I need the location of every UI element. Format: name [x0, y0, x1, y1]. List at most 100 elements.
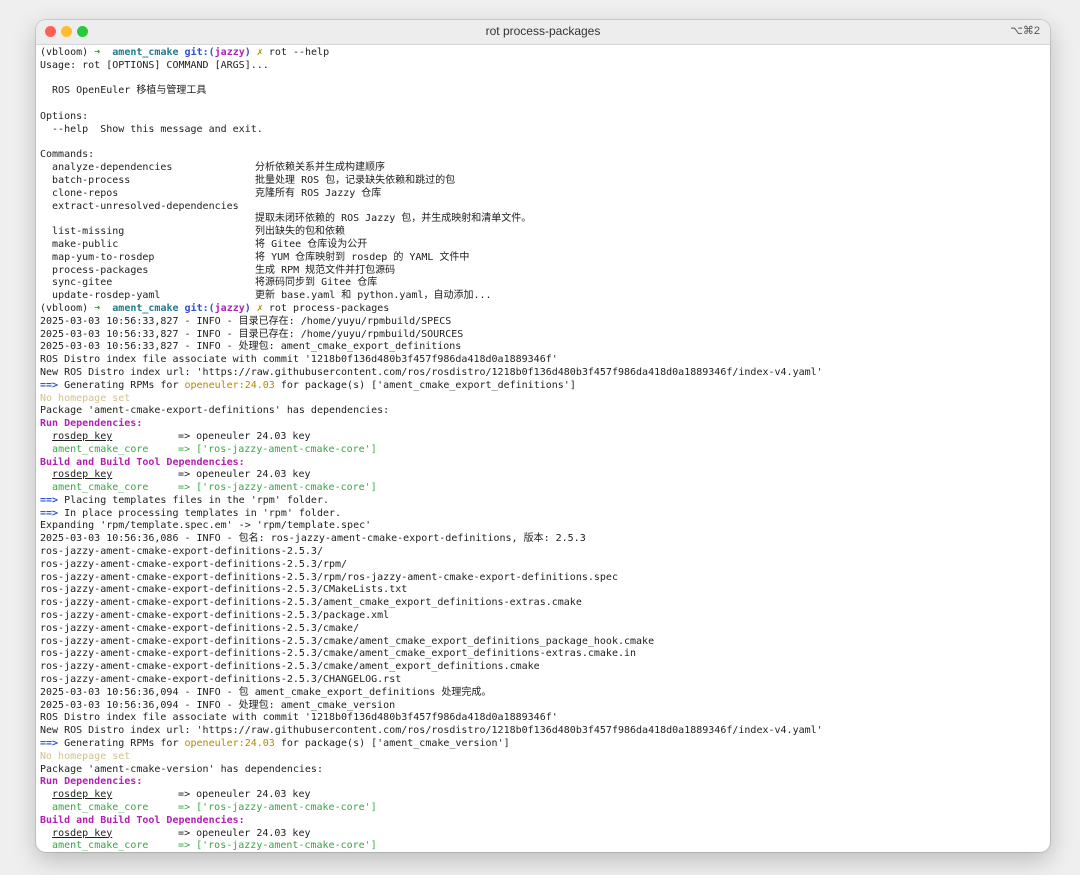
command-row: sync-gitee 将源码同步到 Gitee 仓库 — [40, 277, 1046, 290]
run-deps-header: Run Dependencies: — [40, 418, 143, 430]
command-row: clone-repos 克隆所有 ROS Jazzy 仓库 — [40, 188, 1046, 201]
prompt-dirty-icon: ✗ — [256, 47, 263, 58]
prompt-command: rot --help — [268, 47, 330, 58]
dep-row: rosdep key => openeuler 24.03 key — [40, 789, 1046, 802]
command-name: map-yum-to-rosdep — [52, 251, 155, 263]
dep-target: => ['ros-jazzy-ament-cmake-core'] — [178, 443, 377, 455]
os-tag: openeuler:24.03 — [184, 738, 275, 750]
dep-target: => openeuler 24.03 key — [178, 469, 311, 481]
tar-file-line: ros-jazzy-ament-cmake-export-definitions… — [40, 610, 390, 622]
log-line: 2025-03-03 10:56:36,094 - INFO - 处理包: am… — [40, 699, 396, 711]
log-line: 2025-03-03 10:56:33,827 - INFO - 处理包: am… — [40, 341, 462, 353]
run-deps-header: Run Dependencies: — [40, 776, 143, 788]
command-row: update-rosdep-yaml 更新 base.yaml 和 python.… — [40, 290, 1046, 303]
terminal-output[interactable]: (vbloom) ➜ ament_cmake git:(jazzy) ✗ rot… — [36, 45, 1050, 852]
tar-file-line: ros-jazzy-ament-cmake-export-definitions… — [40, 584, 408, 596]
terminal-window: rot process-packages ⌥⌘2 (vbloom) ➜ amen… — [36, 20, 1050, 852]
no-homepage-line: No homepage set — [40, 750, 131, 762]
dep-key: rosdep key — [52, 827, 113, 839]
log-line: New ROS Distro index url: 'https://raw.g… — [40, 725, 823, 737]
arrow-marker: ==> — [40, 738, 59, 750]
prompt-git-close: ) — [244, 47, 251, 58]
description-line: ROS OpenEuler 移植与管理工具 — [40, 85, 207, 97]
prompt-git-label: git:( — [184, 302, 215, 314]
expanding-line: Expanding 'rpm/template.spec.em' -> 'rpm… — [40, 520, 372, 532]
command-row: 提取未闭环依赖的 ROS Jazzy 包，并生成映射和清单文件。 — [40, 213, 1046, 226]
prompt-dir: ament_cmake — [112, 47, 179, 58]
window-title: rot process-packages — [485, 24, 601, 38]
dep-target: => openeuler 24.03 key — [178, 430, 311, 442]
command-name: extract-unresolved-dependencies — [52, 200, 239, 212]
command-row: analyze-dependencies 分析依赖关系并生成构建顺序 — [40, 162, 1046, 175]
dep-key: rosdep key — [52, 430, 113, 442]
tar-file-line: ros-jazzy-ament-cmake-export-definitions… — [40, 648, 637, 660]
command-name: list-missing — [52, 226, 125, 238]
tar-file-line: ros-jazzy-ament-cmake-export-definitions… — [40, 622, 360, 634]
log-line: 2025-03-03 10:56:36,094 - INFO - 包 ament… — [40, 686, 492, 698]
arrow-marker: ==> — [40, 379, 59, 391]
command-name: batch-process — [52, 174, 131, 186]
command-row: batch-process 批量处理 ROS 包，记录缺失依赖和跳过的包 — [40, 175, 1046, 188]
prompt-env: (vbloom) — [40, 302, 89, 314]
has-deps-line: Package 'ament-cmake-export-definitions'… — [40, 405, 390, 417]
command-desc: 将 Gitee 仓库设为公开 — [255, 238, 368, 250]
prompt-dir: ament_cmake — [112, 302, 179, 314]
commands-header: Commands: — [40, 149, 95, 161]
title-bar: rot process-packages ⌥⌘2 — [36, 20, 1050, 45]
arrow-marker: ==> — [40, 507, 59, 519]
command-row: extract-unresolved-dependencies — [40, 201, 1046, 214]
command-row: list-missing 列出缺失的包和依赖 — [40, 226, 1046, 239]
prompt-line: (vbloom) ➜ ament_cmake git:(jazzy) ✗ rot… — [40, 303, 1046, 316]
dep-row: ament_cmake_core => ['ros-jazzy-ament-cma… — [40, 444, 1046, 457]
option-help-line: --help Show this message and exit. — [40, 123, 263, 135]
gen-pkg: for package(s) ['ament_cmake_export_defi… — [274, 379, 576, 391]
usage-line: Usage: rot [OPTIONS] COMMAND [ARGS]... — [40, 59, 269, 71]
dep-target: => ['ros-jazzy-ament-cmake-core'] — [178, 840, 377, 852]
command-desc: 批量处理 ROS 包，记录缺失依赖和跳过的包 — [255, 174, 456, 186]
command-desc: 提取未闭环依赖的 ROS Jazzy 包，并生成映射和清单文件。 — [255, 213, 532, 225]
command-desc: 更新 base.yaml 和 python.yaml，自动添加... — [255, 290, 492, 302]
os-tag: openeuler:24.03 — [184, 379, 275, 391]
log-line: New ROS Distro index url: 'https://raw.g… — [40, 366, 823, 378]
gen-text: Generating RPMs for — [58, 738, 185, 750]
dep-row: rosdep key => openeuler 24.03 key — [40, 469, 1046, 482]
log-line: 2025-03-03 10:56:33,827 - INFO - 目录已存在: … — [40, 328, 464, 340]
command-name: update-rosdep-yaml — [52, 290, 161, 302]
prompt-git-label: git:( — [184, 47, 215, 58]
no-homepage-line: No homepage set — [40, 392, 131, 404]
dep-key: ament_cmake_core — [52, 482, 149, 494]
tar-file-line: ros-jazzy-ament-cmake-export-definitions… — [40, 674, 402, 686]
command-desc: 分析依赖关系并生成构建顺序 — [255, 162, 386, 174]
prompt-env: (vbloom) — [40, 47, 89, 58]
command-name: make-public — [52, 238, 119, 250]
placing-text: Placing templates files in the 'rpm' fol… — [58, 494, 329, 506]
inplace-text: In place processing templates in 'rpm' f… — [58, 507, 342, 519]
dep-target: => openeuler 24.03 key — [178, 827, 311, 839]
arrow-marker: ==> — [40, 494, 59, 506]
has-deps-line: Package 'ament-cmake-version' has depend… — [40, 763, 323, 775]
tar-file-line: ros-jazzy-ament-cmake-export-definitions… — [40, 571, 618, 583]
prompt-git-close: ) — [244, 302, 251, 314]
command-row: process-packages 生成 RPM 规范文件并打包源码 — [40, 265, 1046, 278]
command-desc: 列出缺失的包和依赖 — [255, 226, 346, 238]
dep-row: rosdep key => openeuler 24.03 key — [40, 431, 1046, 444]
log-line: 2025-03-03 10:56:36,086 - INFO - 包名: ros… — [40, 533, 586, 545]
command-name: clone-repos — [52, 187, 119, 199]
command-row: map-yum-to-rosdep 将 YUM 仓库映射到 rosdep 的 YA… — [40, 252, 1046, 265]
log-line: ROS Distro index file associate with com… — [40, 712, 558, 724]
inplace-line: ==> In place processing templates in 'rp… — [40, 508, 1046, 521]
tar-file-line: ros-jazzy-ament-cmake-export-definitions… — [40, 558, 348, 570]
dep-row: rosdep key => openeuler 24.03 key — [40, 828, 1046, 841]
command-desc: 生成 RPM 规范文件并打包源码 — [255, 264, 396, 276]
gen-pkg: for package(s) ['ament_cmake_version'] — [274, 738, 510, 750]
command-name: analyze-dependencies — [52, 162, 173, 174]
build-deps-header: Build and Build Tool Dependencies: — [40, 456, 245, 468]
prompt-arrow-icon: ➜ — [94, 302, 101, 314]
log-line: 2025-03-03 10:56:33,827 - INFO - 目录已存在: … — [40, 315, 452, 327]
command-desc: 克隆所有 ROS Jazzy 仓库 — [255, 187, 382, 199]
prompt-branch: jazzy — [214, 47, 245, 58]
dep-key: ament_cmake_core — [52, 443, 149, 455]
